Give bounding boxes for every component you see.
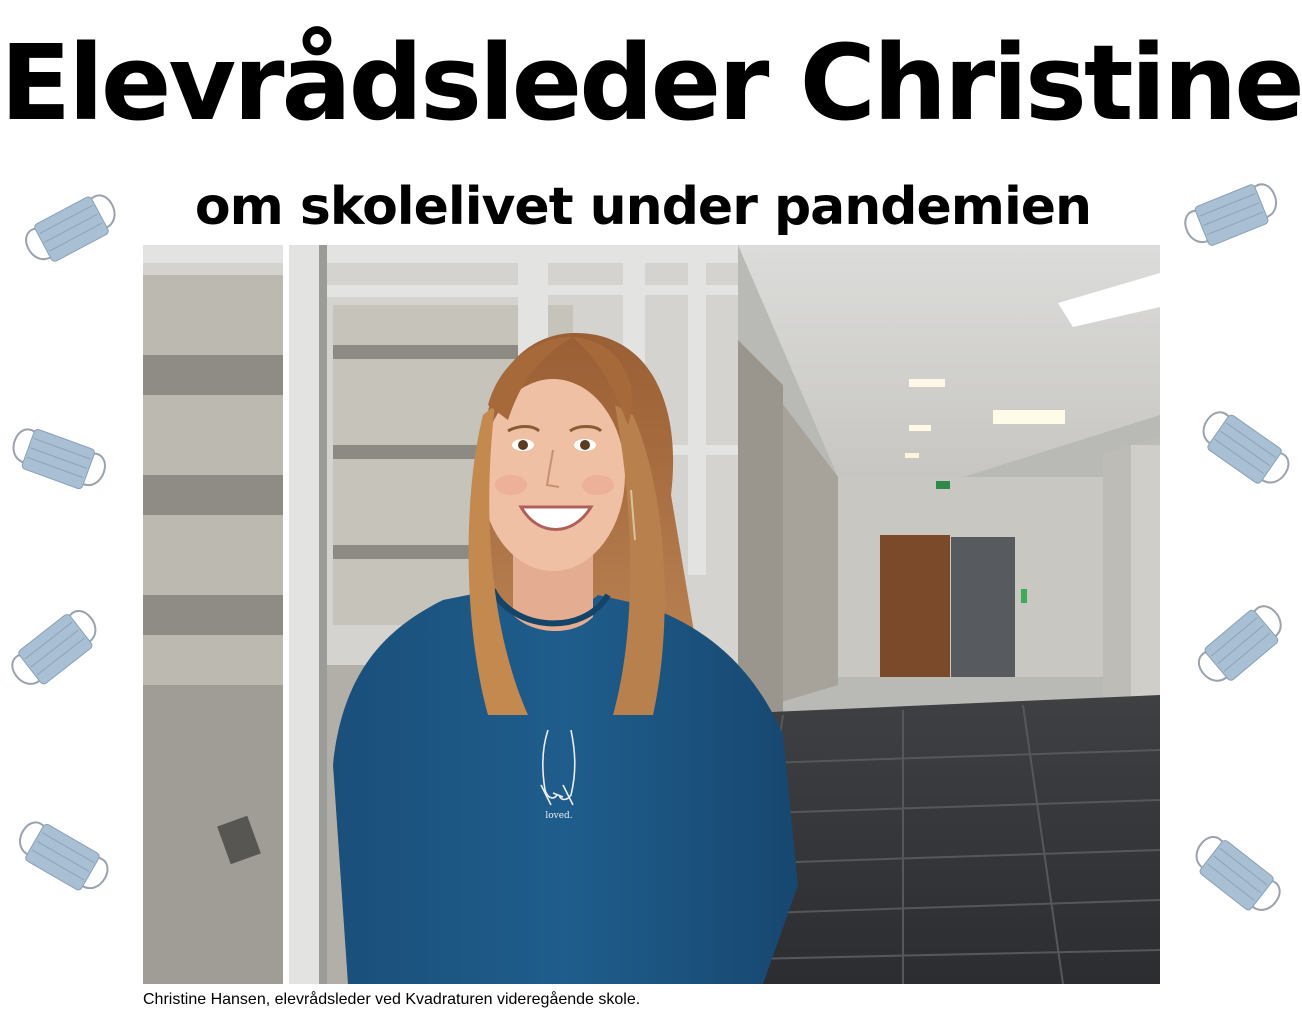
portrait-photo: loved.	[143, 245, 1160, 984]
subheadline: om skolelivet under pandemien	[194, 177, 1092, 237]
face-mask-icon	[1167, 810, 1302, 942]
face-mask-icon	[1173, 579, 1302, 712]
shirt-print-text: loved.	[545, 811, 572, 821]
face-mask-icon	[1175, 385, 1302, 515]
photo-caption: Christine Hansen, elevrådsleder ved Kvad…	[143, 991, 641, 1008]
face-mask-icon	[0, 403, 124, 516]
face-mask-icon	[0, 584, 125, 716]
face-mask-icon	[0, 795, 130, 920]
headline: Elevrådsleder Christine	[0, 22, 1302, 144]
